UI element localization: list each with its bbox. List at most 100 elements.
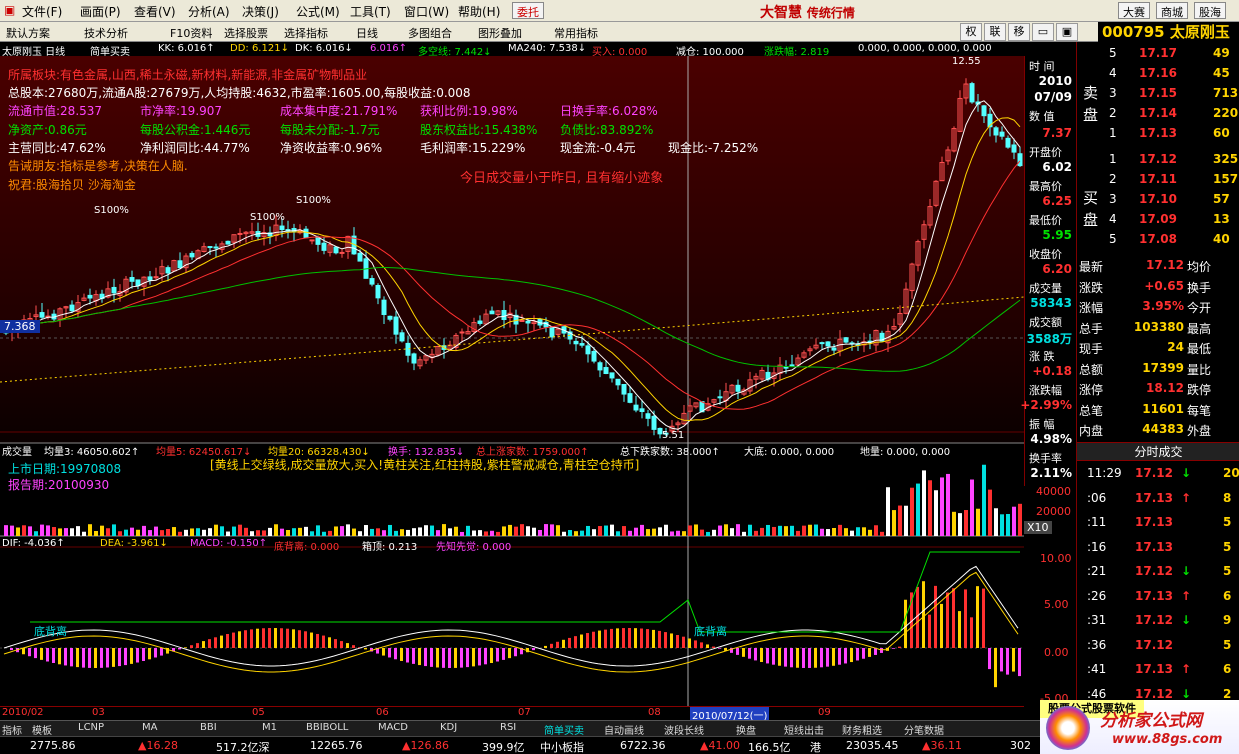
volume-bar [46, 525, 50, 536]
tab-13[interactable]: 换盘 [736, 722, 756, 737]
macd-bar [514, 648, 517, 657]
adjust-right-button[interactable]: 权 [960, 23, 982, 41]
volume-bar [118, 531, 122, 536]
tick-time: :16 [1087, 539, 1107, 554]
tech-analysis-dropdown[interactable]: 技术分析 [84, 25, 128, 41]
menu-view[interactable]: 画面(P) [80, 3, 121, 20]
macd-bar [22, 648, 25, 655]
scheme-dropdown[interactable]: 默认方案 [6, 25, 50, 41]
select-stock-button[interactable]: 选择股票 [224, 25, 268, 41]
ask-side-label: 卖 盘 [1083, 84, 1099, 124]
sme-index: 6722.36 [620, 739, 666, 752]
macd-bar [328, 637, 331, 648]
window-icon[interactable]: ▭ [1032, 23, 1054, 41]
link-button[interactable]: 联 [984, 23, 1006, 41]
menu-file[interactable]: 文件(F) [22, 3, 62, 20]
move-button[interactable]: 移 [1008, 23, 1030, 41]
tab-0[interactable]: 指标 [2, 722, 22, 737]
guhai-button[interactable]: 股海 [1194, 2, 1226, 19]
tab-5[interactable]: M1 [262, 722, 277, 733]
profit-ratio: 获利比例:19.98% [420, 104, 518, 118]
macd-bar [310, 632, 313, 648]
volume-bar [352, 528, 356, 536]
menu-decision[interactable]: 决策(J) [242, 3, 279, 20]
volume-bar [466, 525, 470, 536]
macd-bar [784, 648, 787, 667]
arrow-up-icon: ↑ [1181, 588, 1192, 603]
chart-area[interactable]: 太原刚玉 日线 简单买卖 KK: 6.016↑ DD: 6.121↓ DK: 6… [0, 42, 1072, 722]
stat-label: 每笔 [1187, 403, 1212, 418]
macd-bar [430, 648, 433, 667]
stat-label: 总额 [1079, 362, 1104, 377]
maximize-icon[interactable]: ▣ [1056, 23, 1078, 41]
candle [279, 225, 285, 231]
arrow-down-icon: ↓ [1181, 686, 1192, 701]
candle [615, 378, 621, 386]
macd-bar [406, 648, 409, 663]
volume-bar [10, 525, 14, 536]
entrust-button[interactable]: 委托 [512, 2, 544, 19]
tab-4[interactable]: BBI [200, 722, 217, 733]
candle [627, 393, 633, 403]
tab-14[interactable]: 短线出击 [784, 722, 824, 737]
multi-chart-button[interactable]: 多图组合 [408, 25, 452, 41]
menu-help[interactable]: 帮助(H) [458, 3, 500, 20]
f10-dropdown[interactable]: F10资料 [170, 25, 212, 41]
tab-7[interactable]: MACD [378, 722, 408, 733]
menu-window[interactable]: 窗口(W) [404, 3, 449, 20]
stat-value: 18.12 [1146, 381, 1184, 395]
app-icon[interactable]: ▣ [4, 3, 15, 17]
tab-1[interactable]: 模板 [32, 722, 52, 737]
tab-8[interactable]: KDJ [440, 722, 457, 733]
macd-bar [898, 646, 901, 648]
mall-button[interactable]: 商城 [1156, 2, 1188, 19]
volume-bar [100, 525, 104, 536]
macd-bar [178, 648, 181, 650]
volume-bar [580, 530, 584, 536]
volume-bar [634, 527, 638, 536]
candle [393, 316, 399, 335]
cost-conc: 成本集中度:21.791% [280, 104, 398, 118]
volume-bar [526, 526, 530, 536]
common-indicator-button[interactable]: 常用指标 [554, 25, 598, 41]
ticks-title[interactable]: 分时成交 [1077, 442, 1239, 461]
stat-label: 均价 [1187, 260, 1212, 274]
tab-9[interactable]: RSI [500, 722, 516, 733]
bid-level: 4 [1109, 212, 1117, 226]
tick-price: 17.13 [1135, 490, 1173, 505]
macd-bar [598, 630, 601, 648]
tab-12[interactable]: 波段长线 [664, 722, 704, 737]
menu-tools[interactable]: 工具(T) [350, 3, 391, 20]
volume-bar [364, 525, 368, 536]
tab-11[interactable]: 自动画线 [604, 722, 644, 737]
macd-axis-0: 0.00 [1044, 646, 1069, 659]
menu-formula[interactable]: 公式(M) [296, 3, 340, 20]
candle [315, 237, 321, 245]
tick-row: :06 17.13 ↑ 8 [1077, 489, 1239, 509]
volume-bar [40, 524, 44, 536]
contest-button[interactable]: 大赛 [1118, 2, 1150, 19]
macd-bar [988, 648, 991, 670]
tab-16[interactable]: 分笔数据 [904, 722, 944, 737]
tab-2[interactable]: LCNP [78, 722, 104, 733]
tab-10[interactable]: 简单买卖 [544, 722, 584, 737]
macd-bar [496, 648, 499, 662]
macd-bar [700, 642, 703, 648]
tab-6[interactable]: BBIBOLL [306, 722, 348, 733]
volume-bar [268, 527, 272, 536]
menu-look[interactable]: 查看(V) [134, 3, 176, 20]
volume-bar [544, 524, 548, 536]
menu-analysis[interactable]: 分析(A) [188, 3, 230, 20]
volume-bar [154, 526, 158, 536]
macd-bar [334, 639, 337, 648]
macd-bar [814, 648, 817, 668]
bid-level: 5 [1109, 232, 1117, 246]
volume-bar [796, 530, 800, 536]
volume-bar [670, 531, 674, 536]
tab-3[interactable]: MA [142, 722, 157, 733]
tab-15[interactable]: 财务粗选 [842, 722, 882, 737]
overlay-button[interactable]: 图形叠加 [478, 25, 522, 41]
volume-bar [490, 530, 494, 536]
period-dropdown[interactable]: 日线 [356, 25, 378, 41]
select-indicator-button[interactable]: 选择指标 [284, 25, 328, 41]
